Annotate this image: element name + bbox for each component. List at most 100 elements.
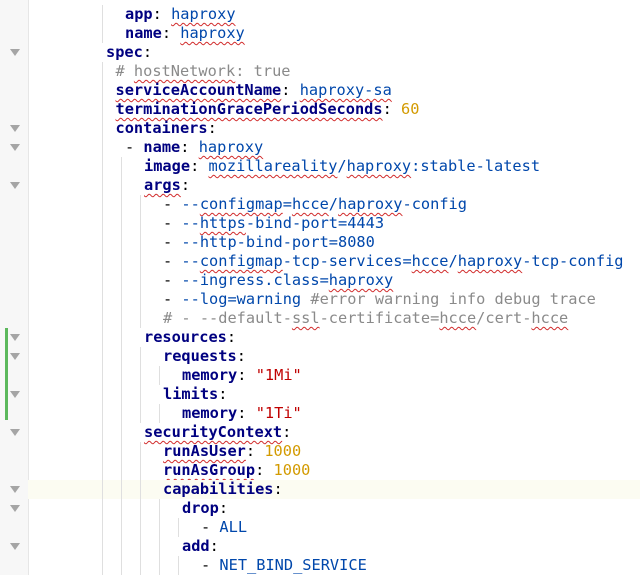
code-token: / [328,195,339,213]
spellcheck-token: hostNetwork [133,62,236,80]
code-token: name [125,24,162,42]
code-line[interactable]: - --configmap=hcce/haproxy-config [28,195,640,214]
fold-arrow-icon[interactable] [10,429,20,436]
code-line[interactable]: drop: [28,499,640,518]
code-token: : [218,499,229,517]
code-line[interactable]: containers: [28,119,640,138]
editor-gutter[interactable] [0,0,29,575]
code-line[interactable]: limits: [28,385,640,404]
code-text: memory: "1Mi" [182,366,302,385]
code-token: resources [144,328,227,346]
code-line[interactable]: - ALL [28,518,640,537]
code-line[interactable]: - --configmap-tcp-services=hcce/haproxy-… [28,252,640,271]
code-token: -tcp-config [522,252,624,270]
code-line[interactable]: runAsGroup: 1000 [28,461,640,480]
indent-guide [121,347,122,366]
indent-guide [159,556,160,575]
fold-arrow-icon[interactable] [10,334,20,341]
code-line[interactable]: spec: [28,43,640,62]
fold-arrow-icon[interactable] [10,182,20,189]
code-line[interactable]: # - --default-ssl-certificate=hcce/cert-… [28,309,640,328]
indent-guide [102,518,103,537]
indent-guide [102,423,103,442]
code-text: - NET_BIND_SERVICE [201,556,367,575]
code-line[interactable]: requests: [28,347,640,366]
code-token: memory [182,404,238,422]
indent-guide [121,233,122,252]
code-token: - [163,271,182,289]
fold-arrow-icon[interactable] [10,353,20,360]
fold-arrow-icon[interactable] [10,505,20,512]
fold-arrow-icon[interactable] [10,49,20,56]
indent-guide [140,480,141,499]
code-text: - --http-bind-port=8080 [163,233,375,252]
indent-guide [121,214,122,233]
spellcheck-token: haproxy [457,252,523,270]
spellcheck-token: configmap [199,195,283,213]
fold-arrow-icon[interactable] [10,391,20,398]
indent-guide [102,138,103,157]
code-token: capabilities [163,480,274,498]
code-line[interactable]: - --https-bind-port=4443 [28,214,640,233]
code-line[interactable]: image: mozillareality/haproxy:stable-lat… [28,157,640,176]
code-token: : [142,43,153,61]
indent-guide [121,176,122,195]
code-line[interactable]: capabilities: [28,480,640,499]
code-token: : [180,138,199,156]
code-line[interactable]: terminationGracePeriodSeconds: 60 [28,100,640,119]
code-line[interactable]: memory: "1Ti" [28,404,640,423]
indent-guide [140,347,141,366]
code-line[interactable]: # hostNetwork: true [28,62,640,81]
indent-guide [121,157,122,176]
fold-arrow-icon[interactable] [10,543,20,550]
indent-guide [140,556,141,575]
indent-guide [140,499,141,518]
code-token: name [143,138,181,156]
code-line[interactable]: - NET_BIND_SERVICE [28,556,640,575]
indent-guide [121,461,122,480]
code-token: : [245,442,265,460]
code-line[interactable]: args: [28,176,640,195]
vcs-change-marker[interactable] [5,328,8,420]
code-token: : [209,537,219,555]
indent-guide [159,499,160,518]
code-token: "1Ti" [255,404,302,422]
indent-guide [121,423,122,442]
code-editor[interactable]: app: haproxy name: haproxy spec: # hostNetw… [28,0,640,575]
code-text: drop: [182,499,228,518]
code-line[interactable]: app: haproxy [28,5,640,24]
spellcheck-token: runAsUser [163,442,246,460]
spellcheck-token: runAsGroup [163,461,256,479]
spellcheck-token: hcce [531,309,569,327]
indent-guide [121,271,122,290]
code-token: : [218,385,228,403]
code-line[interactable]: resources: [28,328,640,347]
code-token: /cert- [476,309,532,327]
code-line[interactable]: - name: haproxy [28,138,640,157]
spellcheck-token: hcce [439,309,477,327]
code-line[interactable]: securityContext: [28,423,640,442]
code-line[interactable]: - --ingress.class=haproxy [28,271,640,290]
code-line[interactable]: memory: "1Mi" [28,366,640,385]
code-line[interactable]: runAsUser: 1000 [28,442,640,461]
code-line[interactable]: - --log=warning #error warning info debu… [28,290,640,309]
code-token: -- [181,195,200,213]
indent-guide [140,290,141,309]
code-line[interactable]: add: [28,537,640,556]
code-line[interactable]: serviceAccountName: haproxy-sa [28,81,640,100]
code-token: / [337,157,347,175]
code-token: -tcp-services= [282,252,412,270]
code-line[interactable]: - --http-bind-port=8080 [28,233,640,252]
indent-guide [102,290,103,309]
spellcheck-token: terminationGracePeriodSeconds [115,100,383,118]
indent-guide [102,5,103,24]
code-text: name: haproxy [125,24,245,43]
code-line[interactable]: name: haproxy [28,24,640,43]
code-token: : [207,119,217,137]
indent-guide [140,518,141,537]
fold-arrow-icon[interactable] [10,486,20,493]
fold-arrow-icon[interactable] [10,125,20,132]
fold-arrow-icon[interactable] [10,144,20,151]
indent-guide [140,366,141,385]
code-token: : [236,347,246,365]
